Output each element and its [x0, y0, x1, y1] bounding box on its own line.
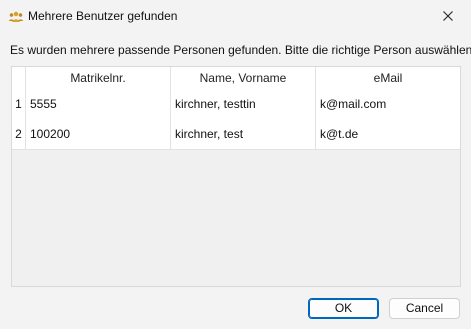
persons-table[interactable]: Matrikelnr. Name, Vorname eMail 1 5555 k…	[11, 66, 461, 287]
window-title: Mehrere Benutzer gefunden	[28, 9, 178, 23]
name-cell[interactable]: kirchner, test	[171, 119, 316, 149]
row-number: 2	[12, 119, 26, 149]
email-cell[interactable]: k@mail.com	[316, 89, 460, 119]
table-header: Matrikelnr. Name, Vorname eMail	[12, 67, 460, 90]
close-icon	[443, 11, 453, 21]
column-header-matrikelnr[interactable]: Matrikelnr.	[26, 67, 171, 89]
close-button[interactable]	[425, 0, 471, 32]
matrikelnr-cell[interactable]: 5555	[26, 89, 171, 119]
row-number: 1	[12, 89, 26, 119]
column-header-name[interactable]: Name, Vorname	[171, 67, 316, 89]
dialog-window: Mehrere Benutzer gefunden Es wurden mehr…	[0, 0, 471, 329]
cancel-button[interactable]: Cancel	[389, 298, 460, 319]
name-cell[interactable]: kirchner, testtin	[171, 89, 316, 119]
column-header-email[interactable]: eMail	[316, 67, 460, 89]
ok-button[interactable]: OK	[308, 298, 379, 319]
table-row[interactable]: 2 100200 kirchner, test k@t.de	[12, 119, 460, 150]
title-bar: Mehrere Benutzer gefunden	[0, 0, 471, 32]
users-group-icon	[8, 11, 24, 22]
matrikelnr-cell[interactable]: 100200	[26, 119, 171, 149]
email-cell[interactable]: k@t.de	[316, 119, 460, 149]
table-row[interactable]: 1 5555 kirchner, testtin k@mail.com	[12, 89, 460, 120]
column-header-rownum	[12, 67, 26, 89]
instruction-text: Es wurden mehrere passende Personen gefu…	[10, 43, 471, 57]
